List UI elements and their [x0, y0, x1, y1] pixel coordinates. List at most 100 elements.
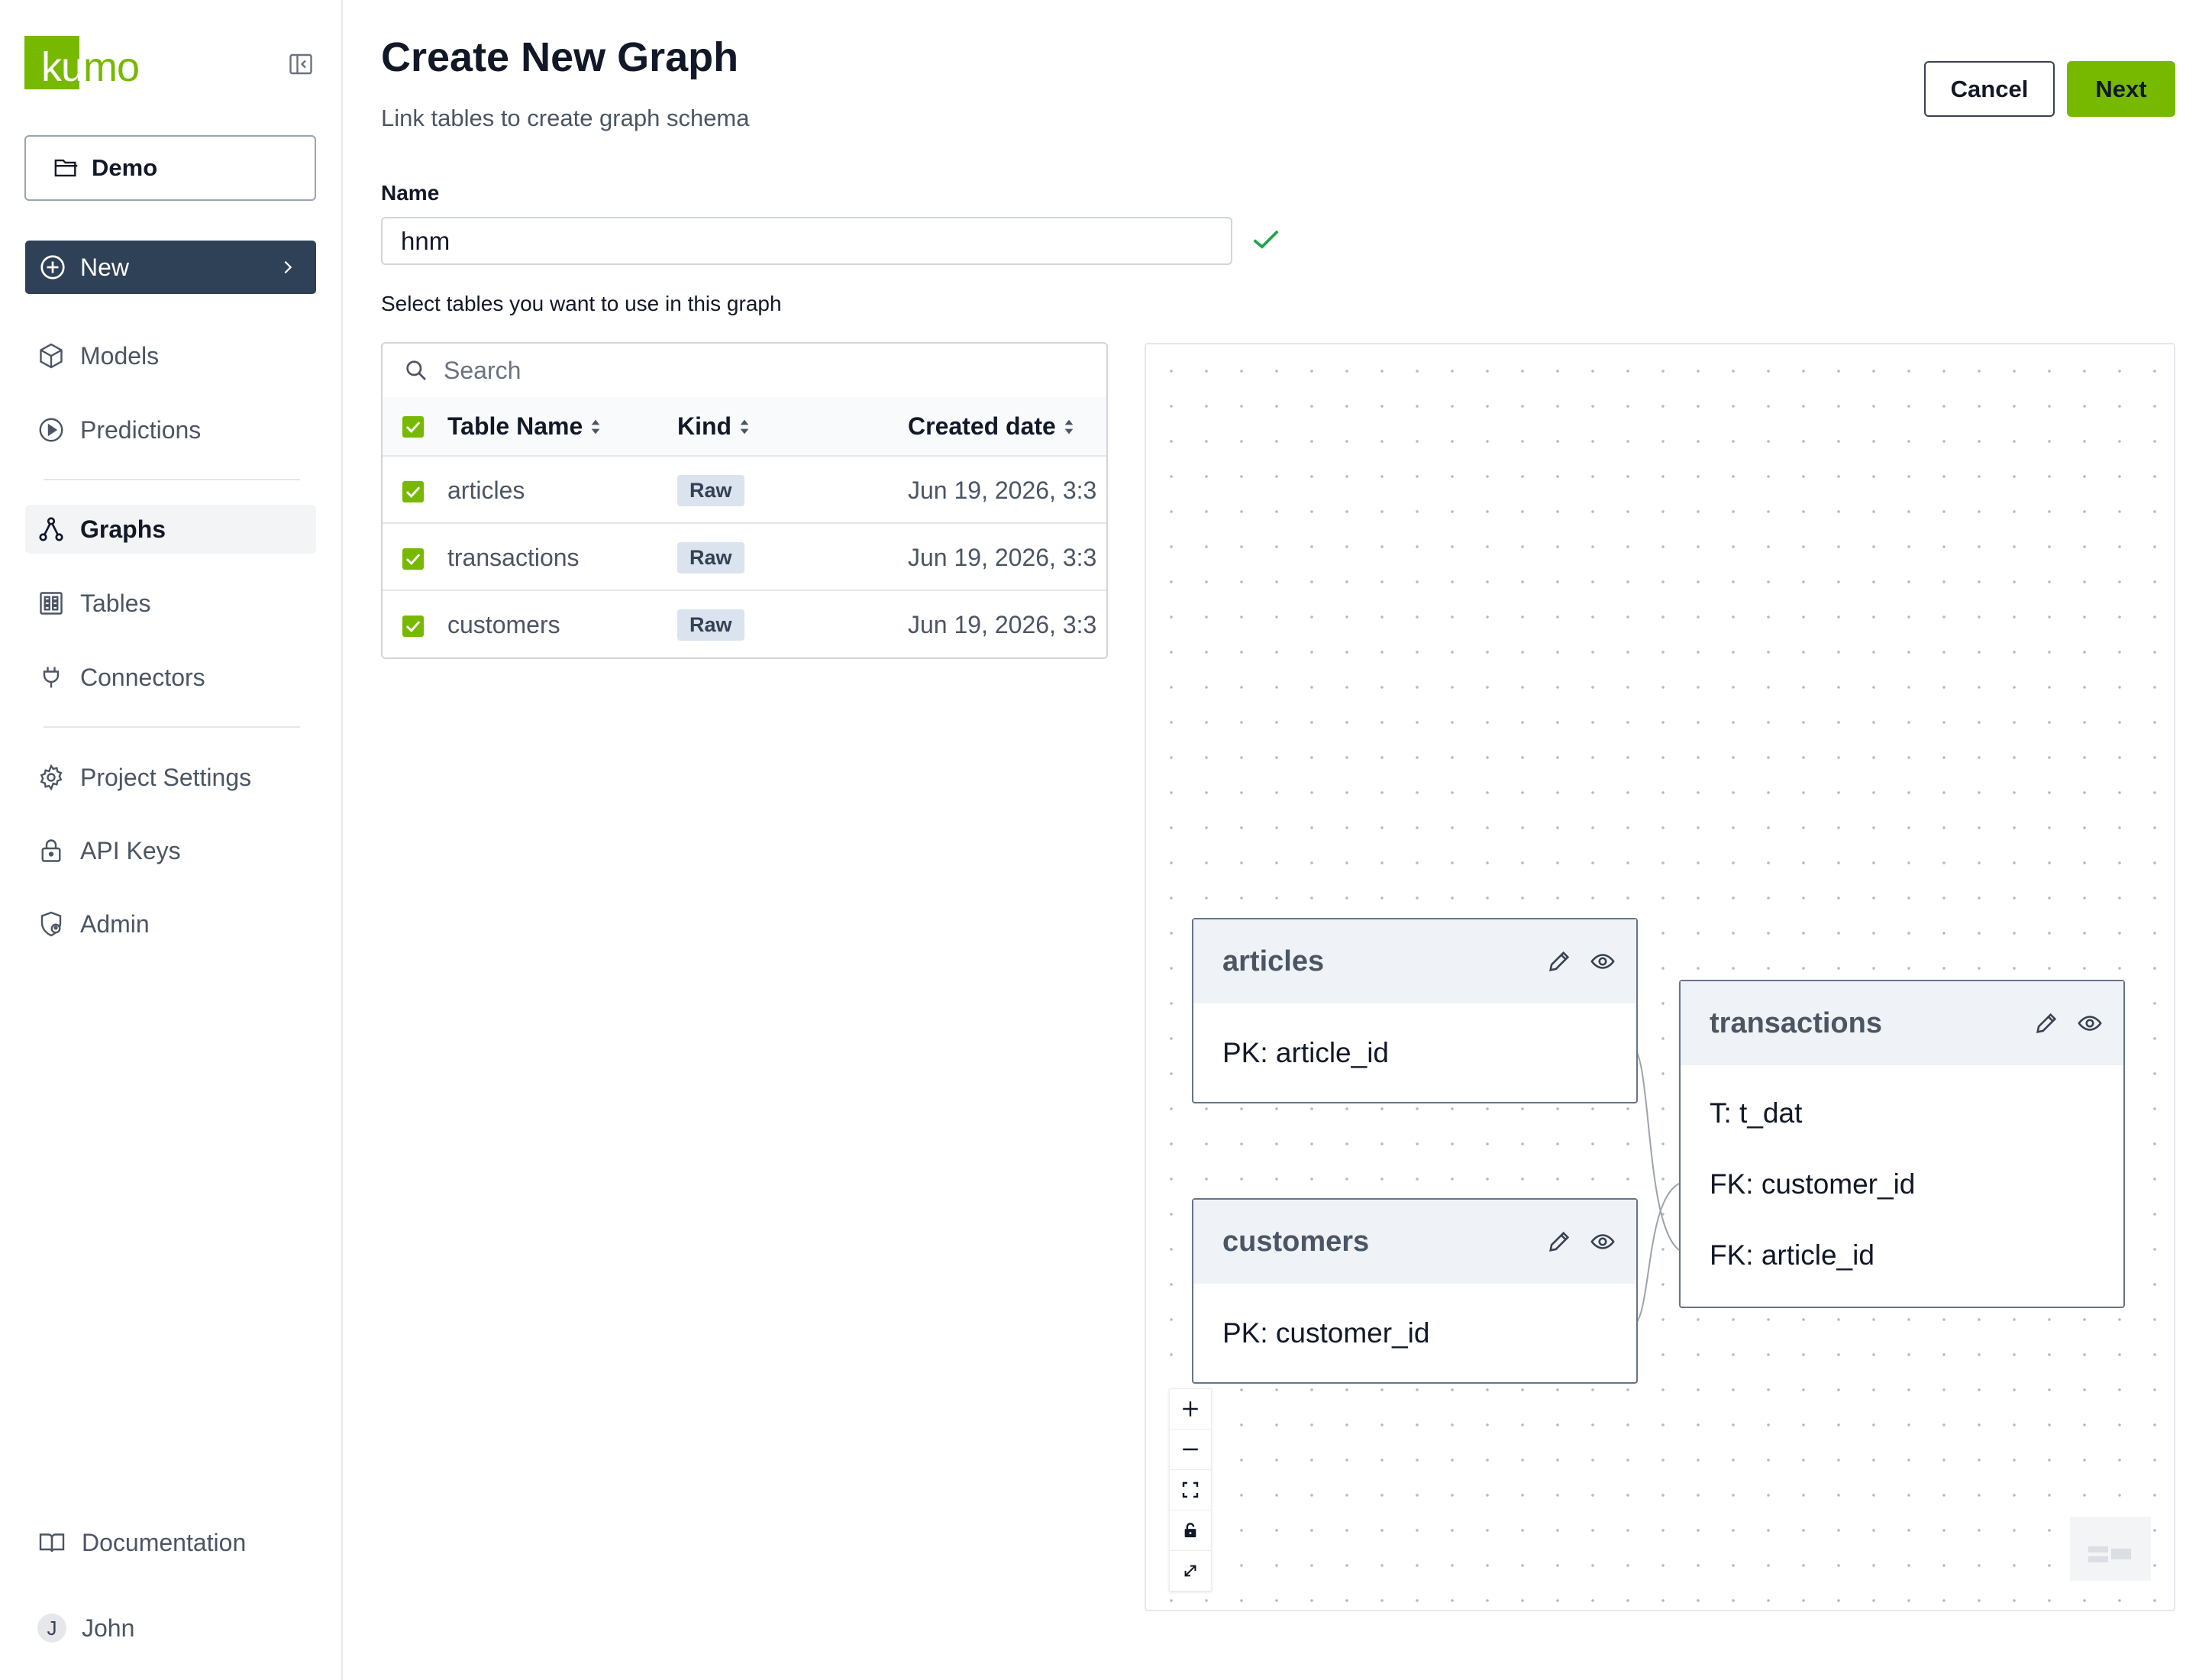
- cell-created-date: Jun 19, 2026, 3:3: [908, 544, 1097, 571]
- shield-user-icon: [37, 910, 80, 938]
- lock-icon[interactable]: [1170, 1510, 1211, 1551]
- sort-icon: [583, 418, 601, 436]
- graph-name-input[interactable]: [381, 217, 1232, 265]
- cell-table-name: customers: [447, 611, 560, 638]
- node-field: FK: article_id: [1710, 1239, 1874, 1271]
- sidebar-item-label: Documentation: [82, 1528, 247, 1556]
- zoom-in-icon[interactable]: [1170, 1389, 1211, 1430]
- table-row[interactable]: articles Raw Jun 19, 2026, 3:3: [383, 457, 1106, 524]
- search-icon: [404, 358, 428, 383]
- node-header: customers: [1193, 1200, 1636, 1284]
- cell-created-date: Jun 19, 2026, 3:3: [908, 477, 1097, 504]
- row-checkbox[interactable]: [402, 615, 424, 637]
- folder-icon: [53, 157, 92, 179]
- sidebar-item-graphs[interactable]: Graphs: [25, 505, 316, 554]
- table-header: Table Name Kind Created date: [383, 397, 1106, 457]
- plug-icon: [37, 664, 80, 691]
- table-grid-icon: [37, 590, 80, 617]
- graph-node-articles[interactable]: articles PK: article_id: [1192, 918, 1638, 1103]
- sidebar-item-label: Models: [80, 341, 160, 370]
- sidebar-item-connectors[interactable]: Connectors: [25, 653, 316, 702]
- name-label: Name: [381, 181, 440, 205]
- pencil-icon[interactable]: [1546, 1229, 1572, 1255]
- user-name: John: [82, 1614, 135, 1642]
- page-subtitle: Link tables to create graph schema: [381, 105, 750, 131]
- eye-icon[interactable]: [1589, 948, 1616, 974]
- expand-icon[interactable]: [1170, 1551, 1211, 1591]
- node-field: PK: customer_id: [1222, 1317, 1430, 1349]
- kumo-logo[interactable]: kumo: [24, 36, 140, 90]
- plus-circle-icon: [39, 254, 66, 281]
- minimap[interactable]: [2070, 1517, 2151, 1581]
- graph-canvas[interactable]: articles PK: article_id customers PK: cu…: [1145, 343, 2175, 1611]
- avatar: J: [37, 1614, 66, 1643]
- canvas-controls: [1169, 1388, 1212, 1591]
- fit-view-icon[interactable]: [1170, 1470, 1211, 1510]
- new-button-label: New: [80, 253, 130, 281]
- cube-icon: [37, 342, 80, 370]
- cell-table-name: transactions: [447, 544, 580, 571]
- sort-icon: [731, 418, 750, 436]
- sort-icon: [1056, 418, 1074, 436]
- column-header-table-name[interactable]: Table Name: [447, 412, 601, 441]
- sidebar-item-label: Admin: [80, 909, 150, 938]
- node-title: articles: [1222, 945, 1325, 977]
- sidebar-item-label: Project Settings: [80, 763, 252, 791]
- sidebar-divider: [44, 726, 300, 728]
- row-checkbox[interactable]: [402, 481, 424, 502]
- select-all-checkbox[interactable]: [402, 416, 424, 438]
- table-row[interactable]: customers Raw Jun 19, 2026, 3:3: [383, 591, 1106, 657]
- pencil-icon[interactable]: [2033, 1010, 2059, 1036]
- sidebar-item-tables[interactable]: Tables: [25, 579, 316, 628]
- sidebar-item-label: Predictions: [80, 415, 202, 444]
- chevron-right-icon: [279, 259, 296, 276]
- search-input[interactable]: [442, 355, 980, 386]
- tables-list: Table Name Kind Created date articles Ra…: [381, 342, 1108, 659]
- sidebar-item-api-keys[interactable]: API Keys: [25, 826, 316, 875]
- node-field: FK: customer_id: [1710, 1168, 1916, 1200]
- book-icon: [37, 1529, 82, 1556]
- sidebar-item-project-settings[interactable]: Project Settings: [25, 753, 316, 802]
- node-header: articles: [1193, 919, 1636, 1003]
- cell-created-date: Jun 19, 2026, 3:3: [908, 611, 1097, 638]
- eye-icon[interactable]: [1589, 1229, 1616, 1255]
- new-button[interactable]: New: [25, 241, 316, 294]
- graph-icon: [37, 515, 80, 543]
- column-header-kind-label[interactable]: Kind: [677, 412, 750, 441]
- kind-badge: Raw: [677, 609, 744, 641]
- sidebar-item-label: Graphs: [80, 515, 166, 543]
- search-row: [383, 344, 1106, 397]
- cancel-button[interactable]: Cancel: [1924, 61, 2055, 117]
- user-menu[interactable]: J John: [25, 1604, 316, 1653]
- sidebar-item-admin[interactable]: Admin: [25, 900, 316, 948]
- collapse-sidebar-icon[interactable]: [287, 50, 315, 78]
- sidebar-item-label: API Keys: [80, 836, 181, 864]
- page-title: Create New Graph: [381, 34, 739, 80]
- sidebar-item-documentation[interactable]: Documentation: [25, 1518, 316, 1567]
- cell-table-name: articles: [447, 477, 525, 504]
- column-header-created-date[interactable]: Created date: [908, 412, 1074, 441]
- sidebar-item-predictions[interactable]: Predictions: [25, 405, 316, 454]
- play-circle-icon: [37, 416, 80, 444]
- check-icon: [1250, 226, 1282, 252]
- sidebar-item-label: Tables: [80, 589, 151, 617]
- minimap-nodes: [2088, 1546, 2131, 1562]
- graph-node-transactions[interactable]: transactions T: t_dat FK: customer_id FK…: [1679, 980, 2125, 1308]
- sidebar-item-models[interactable]: Models: [25, 331, 316, 380]
- select-tables-hint: Select tables you want to use in this gr…: [381, 292, 782, 315]
- logo-text: kumo: [41, 44, 140, 90]
- graph-node-customers[interactable]: customers PK: customer_id: [1192, 1198, 1638, 1384]
- eye-icon[interactable]: [2076, 1010, 2104, 1036]
- project-name: Demo: [92, 154, 158, 181]
- table-row[interactable]: transactions Raw Jun 19, 2026, 3:3: [383, 524, 1106, 591]
- zoom-out-icon[interactable]: [1170, 1430, 1211, 1470]
- pencil-icon[interactable]: [1546, 948, 1572, 974]
- kind-badge: Raw: [677, 542, 744, 573]
- kind-badge: Raw: [677, 475, 744, 506]
- row-checkbox[interactable]: [402, 548, 424, 570]
- gear-icon: [37, 764, 80, 791]
- project-selector-button[interactable]: Demo: [24, 135, 316, 201]
- next-button[interactable]: Next: [2067, 61, 2175, 117]
- node-field: PK: article_id: [1222, 1036, 1389, 1068]
- lock-icon: [37, 837, 80, 864]
